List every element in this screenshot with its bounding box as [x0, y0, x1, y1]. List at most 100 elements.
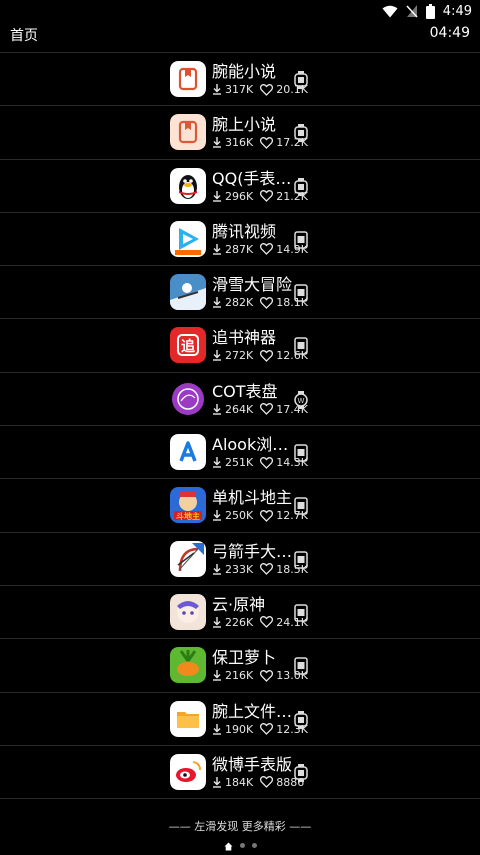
- download-count: 296K: [225, 189, 254, 203]
- app-list-item[interactable]: 追 追书神器 272K 12.6K: [0, 319, 480, 373]
- download-icon: [213, 510, 221, 522]
- watch-icon: [294, 71, 308, 89]
- app-name: QQ(手表…: [212, 168, 292, 188]
- app-name: 单机斗地主: [212, 488, 292, 508]
- weibo-icon: [170, 753, 206, 790]
- download-count: 282K: [225, 296, 254, 310]
- page-dot[interactable]: [251, 843, 257, 848]
- heart-icon: [260, 243, 274, 256]
- app-name: 腕上小说: [212, 115, 277, 135]
- phone-icon: [294, 657, 308, 676]
- carrot-icon: [170, 647, 206, 684]
- book-icon: [170, 114, 206, 151]
- bow-icon: [170, 540, 206, 577]
- phone-icon: [294, 604, 308, 622]
- download-icon: [213, 457, 221, 468]
- app-list-item[interactable]: 腕上文件… 190K 12.3K: [0, 693, 480, 746]
- phone-icon: [294, 550, 308, 569]
- video-play-icon: [170, 220, 206, 257]
- heart-icon: [260, 616, 274, 629]
- app-list-item[interactable]: Alook浏… 251K 14.3K: [0, 426, 480, 480]
- app-list-item[interactable]: 微博手表版 184K 8886: [0, 746, 480, 800]
- page-title: 首页: [10, 28, 38, 44]
- app-name: 腾讯视频: [212, 221, 277, 241]
- heart-icon: [260, 563, 274, 576]
- phone-icon: [294, 231, 308, 249]
- download-count: 226K: [225, 615, 254, 629]
- heart-icon: [260, 669, 274, 682]
- folder-icon: [170, 700, 206, 737]
- app-list-item[interactable]: 腕能小说 317K 20.1K: [0, 53, 480, 107]
- penguin-icon: [170, 167, 206, 204]
- heart-icon: [260, 83, 274, 96]
- app-name: 腕能小说: [212, 62, 277, 81]
- watch-icon: [294, 763, 308, 782]
- app-list-item[interactable]: 滑雪大冒险 282K 18.1K: [0, 266, 480, 320]
- download-icon: [213, 137, 221, 148]
- app-list-item[interactable]: 弓箭手大… 233K 18.5K: [0, 533, 480, 586]
- watch-w-icon: W: [294, 390, 308, 409]
- download-count: 184K: [225, 775, 254, 789]
- app-list-item[interactable]: 腕上小说 316K 17.2K: [0, 106, 480, 160]
- app-list-item[interactable]: 保卫萝卜 216K 13.0K: [0, 639, 480, 693]
- app-list: 腕能小说 317K 20.1K 腕上小说 316K 17.2K QQ(手表… 2…: [0, 53, 480, 800]
- download-icon: [213, 350, 221, 362]
- status-bar: 4:49: [0, 0, 480, 22]
- app-name: COT表盘: [212, 381, 278, 401]
- app-name: 滑雪大冒险: [212, 275, 292, 295]
- home-page-dot-icon[interactable]: [224, 836, 233, 855]
- phone-icon: [294, 444, 308, 462]
- phone-icon: [294, 284, 308, 302]
- status-time: 4:49: [442, 3, 472, 19]
- app-name: 腕上文件…: [212, 701, 292, 721]
- heart-icon: [260, 509, 274, 522]
- book-icon: [170, 61, 206, 97]
- download-icon: [213, 84, 221, 95]
- app-list-item[interactable]: COT表盘 264K 17.4K W: [0, 373, 480, 427]
- svg-text:W: W: [298, 397, 305, 405]
- app-stats: 184K 8886: [212, 776, 304, 789]
- app-name: 微博手表版: [212, 754, 292, 774]
- watch-icon: [294, 710, 308, 729]
- download-icon: [213, 776, 221, 788]
- phone-icon: [294, 337, 308, 356]
- page-dot[interactable]: [239, 843, 245, 848]
- genshin-icon: [170, 593, 206, 630]
- download-icon: [213, 243, 221, 255]
- heart-icon: [260, 136, 274, 149]
- download-count: 233K: [225, 562, 254, 576]
- app-name: 云·原神: [212, 594, 266, 614]
- download-count: 251K: [225, 456, 254, 470]
- page-indicator: [0, 836, 480, 855]
- heart-icon: [260, 190, 274, 203]
- download-icon: [213, 670, 221, 681]
- heart-icon: [260, 350, 274, 362]
- download-icon: [213, 723, 221, 735]
- download-count: 287K: [225, 242, 254, 256]
- zhui-icon: 追: [170, 327, 206, 364]
- download-icon: [213, 190, 221, 202]
- phone-icon: [294, 497, 308, 516]
- watchface-icon: [170, 380, 206, 417]
- header-clock: 04:49: [429, 25, 470, 41]
- app-name: Alook浏…: [212, 435, 289, 455]
- app-list-item[interactable]: QQ(手表… 296K 21.2K: [0, 160, 480, 213]
- heart-icon: [260, 776, 274, 789]
- download-count: 190K: [225, 722, 254, 736]
- app-list-item[interactable]: 腾讯视频 287K 14.9K: [0, 213, 480, 267]
- app-list-item[interactable]: 云·原神 226K 24.1K: [0, 586, 480, 640]
- heart-icon: [260, 456, 274, 469]
- heart-icon: [260, 403, 274, 416]
- download-icon: [213, 563, 221, 575]
- app-list-item[interactable]: 斗地主 单机斗地主 250K 12.7K: [0, 479, 480, 533]
- alook-icon: [170, 434, 206, 471]
- watch-icon: [294, 124, 308, 143]
- ski-game-icon: [170, 274, 206, 311]
- header: 首页 04:49: [0, 22, 480, 48]
- download-count: 316K: [225, 136, 254, 150]
- heart-icon: [260, 723, 274, 735]
- card-game-icon: 斗地主: [170, 487, 206, 524]
- download-count: 264K: [225, 402, 254, 416]
- download-count: 250K: [225, 509, 254, 523]
- download-icon: [213, 403, 221, 415]
